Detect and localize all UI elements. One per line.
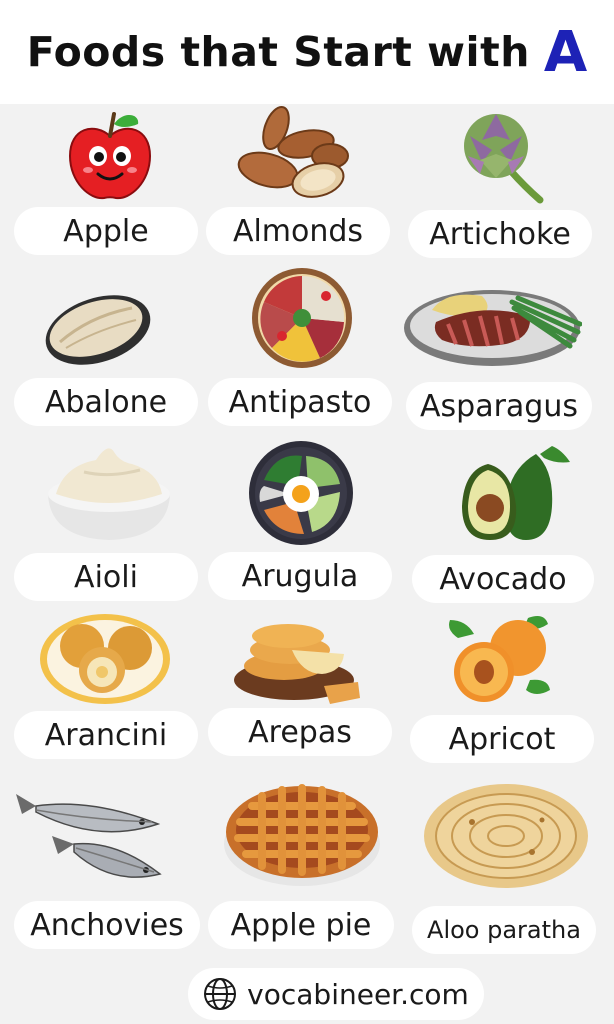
food-label-anchovies: Anchovies	[14, 901, 200, 949]
arancini-icon	[38, 612, 172, 706]
abalone-icon	[40, 286, 154, 370]
artichoke-icon	[460, 110, 546, 206]
food-label-asparagus: Asparagus	[406, 382, 592, 430]
food-label-apple: Apple	[14, 207, 198, 255]
footer-website[interactable]: vocabineer.com	[188, 968, 484, 1020]
food-label-arepas: Arepas	[208, 708, 392, 756]
title-letter: A	[543, 19, 588, 85]
header: Foods that Start with A	[0, 0, 614, 104]
arepas-icon	[232, 614, 366, 710]
food-label-almonds: Almonds	[206, 207, 390, 255]
almonds-icon	[236, 104, 352, 200]
asparagus-steak-icon	[402, 280, 582, 370]
arugula-bowl-icon	[246, 440, 356, 546]
anchovies-icon	[12, 782, 162, 890]
food-label-avocado: Avocado	[412, 555, 594, 603]
aioli-icon	[44, 438, 174, 542]
food-label-aloo-paratha: Aloo paratha	[412, 906, 596, 954]
food-label-arugula: Arugula	[208, 552, 392, 600]
aloo-paratha-icon	[422, 782, 590, 890]
food-label-apricot: Apricot	[410, 715, 594, 763]
page-title: Foods that Start with	[26, 28, 530, 76]
food-label-abalone: Abalone	[14, 378, 198, 426]
food-label-aioli: Aioli	[14, 553, 198, 601]
globe-icon	[203, 977, 237, 1011]
food-label-antipasto: Antipasto	[208, 378, 392, 426]
apricot-icon	[444, 608, 552, 708]
food-label-artichoke: Artichoke	[408, 210, 592, 258]
antipasto-icon	[250, 266, 354, 370]
avocado-icon	[458, 444, 574, 544]
food-label-arancini: Arancini	[14, 711, 198, 759]
food-label-apple-pie: Apple pie	[208, 901, 394, 949]
website-url: vocabineer.com	[247, 977, 469, 1011]
apple-icon	[64, 106, 156, 202]
apple-pie-icon	[222, 772, 382, 890]
